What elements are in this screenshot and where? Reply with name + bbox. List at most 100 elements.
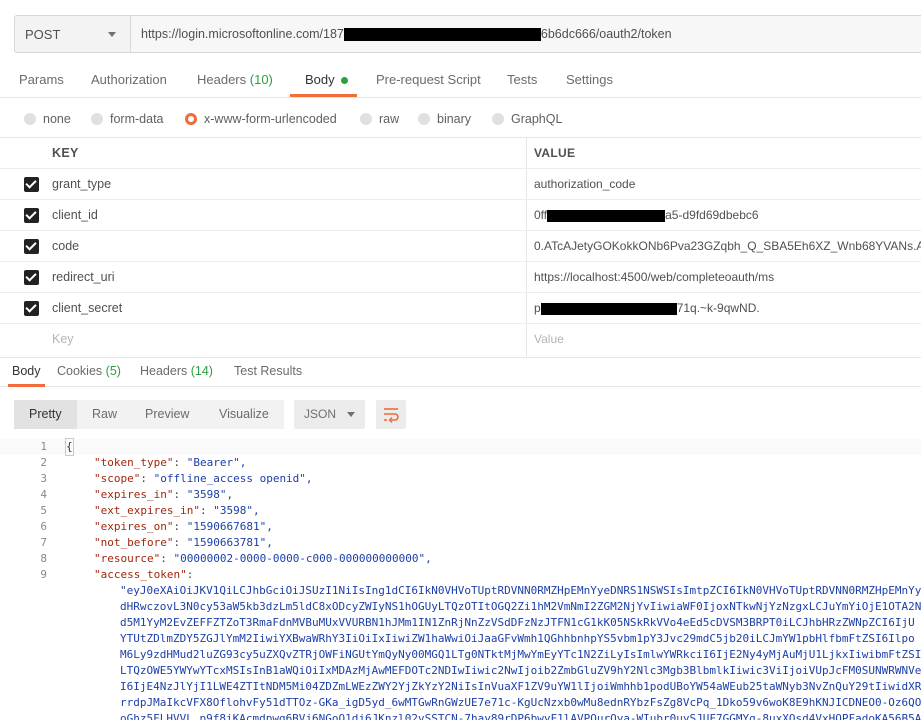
param-value[interactable]: https://localhost:4500/web/completeoauth… (534, 262, 921, 293)
response-code-viewer[interactable]: 1 { 2 "token_type": "Bearer", 3 "scope":… (0, 438, 921, 720)
tab-authorization[interactable]: Authorization (91, 66, 167, 97)
request-url-bar: POST https://login.microsoftonline.com/1… (0, 0, 921, 66)
param-value-suffix: 71q.~k-9qwND. (676, 301, 760, 315)
json-value: "1590663781", (186, 536, 273, 549)
url-input[interactable]: https://login.microsoftonline.com/187 6b6… (130, 15, 921, 53)
param-value[interactable]: 0.ATcAJetyGOKokkONb6Pva23GZqbh_Q_SBA5Eh6… (534, 231, 921, 262)
table-row: grant_type authorization_code (0, 169, 921, 200)
param-value[interactable]: p 71q.~k-9qwND. (534, 293, 921, 324)
line-number: 9 (40, 568, 47, 581)
format-label: JSON (304, 407, 337, 421)
format-select[interactable]: JSON (294, 400, 365, 429)
tab-params[interactable]: Params (19, 66, 64, 97)
checkbox-checked-icon[interactable] (24, 177, 39, 192)
line-number: 6 (40, 520, 47, 533)
radio-label: raw (379, 112, 400, 126)
raw-button[interactable]: Raw (77, 400, 130, 429)
radio-checked-icon (185, 113, 197, 125)
table-row: redirect_uri https://localhost:4500/web/… (0, 262, 921, 293)
key-column-header: KEY (52, 146, 79, 160)
line-number: 5 (40, 504, 47, 517)
new-key-input[interactable]: Key (52, 324, 74, 355)
json-value: "1590667681", (186, 520, 273, 533)
line-number: 2 (40, 456, 47, 469)
table-row: client_secret p 71q.~k-9qwND. (0, 293, 921, 324)
radio-binary[interactable]: binary (418, 111, 471, 127)
chevron-down-icon (108, 32, 116, 37)
value-column-header: VALUE (534, 146, 576, 160)
code-line: 9 "access_token": (0, 567, 921, 583)
tab-body[interactable]: Body (290, 66, 357, 97)
radio-raw[interactable]: raw (360, 111, 399, 127)
status-dot-icon (340, 77, 348, 85)
pretty-button[interactable]: Pretty (14, 400, 77, 429)
code-line: 5 "ext_expires_in": "3598", (0, 503, 921, 519)
radio-icon (360, 113, 372, 125)
request-tabs: Params Authorization Headers (10) Body P… (0, 66, 921, 98)
tab-count: (14) (190, 364, 213, 378)
redaction-bar (343, 27, 541, 41)
param-key[interactable]: grant_type (52, 169, 111, 200)
checkbox-checked-icon[interactable] (24, 208, 39, 223)
param-key[interactable]: redirect_uri (52, 262, 115, 293)
json-value: "Bearer", (186, 456, 247, 469)
checkbox-checked-icon[interactable] (24, 239, 39, 254)
json-value: oGhz5FLHVVL p9f8iKAcmdpwg6BVj6NGoQ1dj6JK… (120, 712, 921, 720)
table-header-row: KEY VALUE (0, 138, 921, 169)
json-key: "scope" (94, 472, 141, 485)
tab-label: Tests (507, 72, 538, 87)
json-value: dHRwczovL3N0cy53aW5kb3dzLm5ldC8xODcyZWIy… (120, 600, 921, 613)
radio-none[interactable]: none (24, 111, 71, 127)
tab-settings[interactable]: Settings (566, 66, 613, 97)
tab-response-headers[interactable]: Headers (14) (140, 358, 213, 387)
tab-label: Settings (566, 72, 613, 87)
tab-count: (10) (249, 72, 273, 87)
code-line: 8 "resource": "00000002-0000-0000-c000-0… (0, 551, 921, 567)
line-number: 4 (40, 488, 47, 501)
tab-test-results[interactable]: Test Results (234, 358, 302, 387)
line-number: 1 (40, 440, 47, 453)
radio-icon (492, 113, 504, 125)
tab-label: Authorization (91, 72, 167, 87)
param-value[interactable]: 0ff a5-d9fd69dbebc6 (534, 200, 921, 231)
radio-x-www-form-urlencoded[interactable]: x-www-form-urlencoded (185, 111, 337, 127)
json-key: "token_type" (94, 456, 174, 469)
tab-label: Headers (197, 72, 247, 87)
radio-form-data[interactable]: form-data (91, 111, 164, 127)
checkbox-checked-icon[interactable] (24, 301, 39, 316)
new-value-input[interactable]: Value (534, 324, 921, 355)
param-value[interactable]: authorization_code (534, 169, 921, 200)
json-value: "offline_access openid", (153, 472, 313, 485)
wrap-lines-button[interactable] (376, 400, 406, 429)
code-line-token: "eyJ0eXAiOiJKV1QiLCJhbGciOiJSUzI1NiIsIng… (0, 583, 921, 599)
code-text: { (65, 438, 74, 456)
json-value: "00000002-0000-0000-c000-000000000000", (173, 552, 432, 565)
url-suffix: 6b6dc666/oauth2/token (540, 27, 672, 41)
param-key[interactable]: client_secret (52, 293, 122, 324)
param-key[interactable]: client_id (52, 200, 98, 231)
code-line-token: d5M1YyM2EvZEFFZTZoT3RmaFdnMVBuMUxVVURBN1… (0, 615, 921, 631)
radio-icon (24, 113, 36, 125)
tab-pre-request-script[interactable]: Pre-request Script (376, 66, 481, 97)
json-key: "not_before" (94, 536, 174, 549)
code-line-token: dHRwczovL3N0cy53aW5kb3dzLm5ldC8xODcyZWIy… (0, 599, 921, 615)
param-key[interactable]: code (52, 231, 79, 262)
visualize-button[interactable]: Visualize (204, 400, 284, 429)
tab-cookies[interactable]: Cookies (5) (57, 358, 121, 387)
json-key: "resource" (94, 552, 161, 565)
checkbox-checked-icon[interactable] (24, 270, 39, 285)
tab-response-body[interactable]: Body (8, 358, 45, 387)
tab-label: Body (12, 364, 41, 378)
code-line-token: M6Ly9zdHMud2luZG93cy5uZXQvZTRjOWFiNGUtYm… (0, 647, 921, 663)
json-value: LTQzOWE5YWYwYTcxMSIsInB1aWQiOiIxMDAzMjAw… (120, 664, 921, 677)
tab-headers[interactable]: Headers (10) (197, 66, 273, 97)
wrap-lines-icon (384, 408, 399, 423)
method-select[interactable]: POST (14, 15, 130, 53)
preview-button[interactable]: Preview (130, 400, 204, 429)
tab-tests[interactable]: Tests (507, 66, 537, 97)
code-line-token: LTQzOWE5YWYwYTcxMSIsInB1aWQiOiIxMDAzMjAw… (0, 663, 921, 679)
param-value-prefix: 0ff (534, 208, 548, 222)
json-value: "3598", (213, 504, 260, 517)
radio-graphql[interactable]: GraphQL (492, 111, 562, 127)
json-value: rrdpJMaIkcVFX8OflohvFy51dTTOz-GKa_igD5yd… (120, 696, 921, 709)
